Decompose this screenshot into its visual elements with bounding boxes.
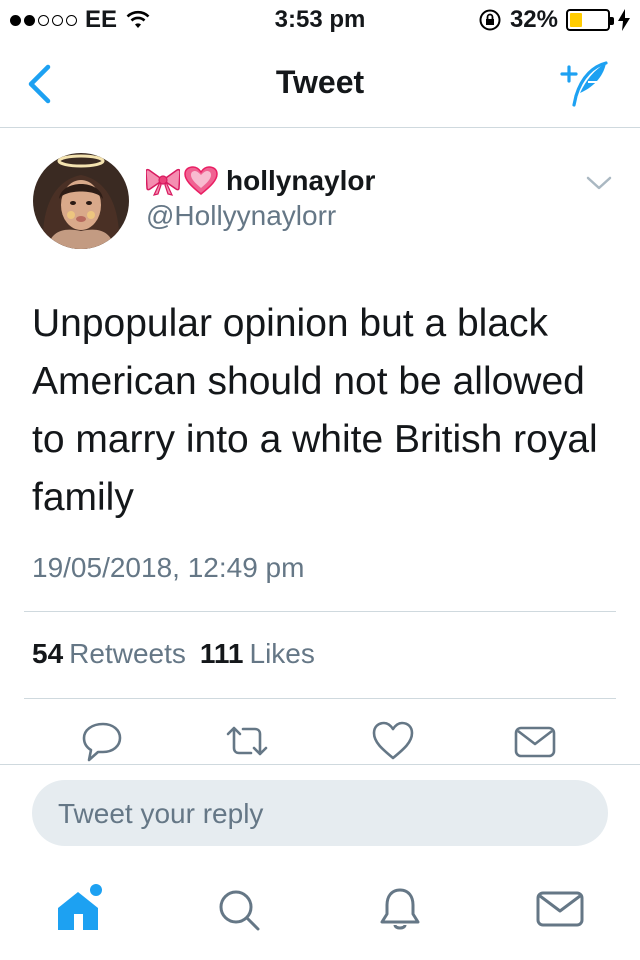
retweets-stat[interactable]: 54 Retweets — [32, 638, 186, 670]
reply-input[interactable]: Tweet your reply — [32, 780, 608, 846]
likes-count: 111 — [199, 638, 244, 669]
tab-messages[interactable] — [532, 880, 588, 936]
charging-bolt-icon — [618, 9, 630, 31]
battery-level — [570, 13, 582, 27]
nav-bar: Tweet — [0, 40, 640, 128]
author-name-row[interactable]: hollynaylor — [146, 165, 375, 197]
tweet-timestamp: 19/05/2018, 12:49 pm — [32, 552, 305, 583]
divider — [24, 611, 616, 612]
home-icon — [58, 884, 102, 930]
tweet-stats: 54 Retweets 111 Likes — [32, 638, 315, 670]
tweet-text: Unpopular opinion but a black American s… — [32, 302, 598, 519]
status-right: 32% — [478, 6, 630, 34]
reply-button[interactable] — [80, 718, 126, 764]
more-options-button[interactable] — [584, 172, 614, 194]
tab-bar — [0, 870, 640, 960]
avatar[interactable] — [33, 153, 129, 249]
likes-stat[interactable]: 111 Likes — [200, 638, 315, 670]
tab-home[interactable] — [52, 880, 108, 936]
direct-message-icon — [514, 726, 556, 758]
heart-emoji-icon — [184, 166, 218, 195]
compose-tweet-button[interactable] — [558, 60, 614, 108]
profile-photo — [33, 153, 129, 249]
divider — [24, 698, 616, 699]
like-icon — [372, 721, 414, 760]
chevron-down-icon — [586, 176, 612, 190]
reply-placeholder: Tweet your reply — [58, 798, 264, 829]
orientation-lock-icon — [479, 9, 501, 31]
author-handle[interactable]: @Hollyynaylorr — [146, 200, 336, 232]
notifications-icon — [380, 888, 420, 930]
tab-notifications[interactable] — [372, 880, 428, 936]
likes-label: Likes — [249, 638, 315, 669]
direct-message-button[interactable] — [512, 718, 558, 764]
divider — [0, 764, 640, 765]
retweets-count: 54 — [32, 638, 64, 669]
battery-percent: 32% — [509, 6, 558, 33]
retweets-label: Retweets — [69, 638, 186, 669]
compose-tweet-icon — [560, 61, 608, 107]
tab-search[interactable] — [212, 880, 268, 936]
battery-icon — [566, 9, 614, 31]
retweet-button[interactable] — [224, 718, 270, 764]
tweet-actions — [0, 718, 640, 768]
author-display-name: hollynaylor — [226, 165, 376, 196]
reply-icon — [82, 722, 122, 762]
page-title: Tweet — [275, 64, 365, 100]
messages-icon — [536, 891, 584, 927]
search-icon — [219, 890, 260, 931]
retweet-icon — [226, 726, 268, 756]
like-button[interactable] — [370, 718, 416, 764]
ribbon-emoji-icon — [146, 168, 180, 196]
status-bar: EE 3:53 pm 32% — [0, 0, 640, 40]
